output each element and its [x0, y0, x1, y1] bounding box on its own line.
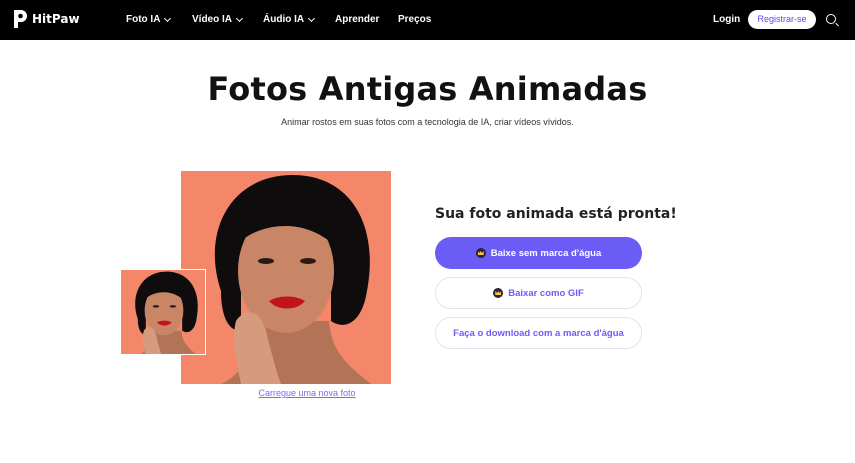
button-label: Baixar como GIF [508, 287, 584, 299]
search-icon[interactable] [826, 14, 836, 24]
portrait-illustration [181, 171, 391, 384]
nav-aprender[interactable]: Aprender [335, 14, 379, 25]
download-gif-button[interactable]: Baixar como GIF [435, 277, 642, 309]
nav-label: Áudio IA [263, 14, 305, 25]
nav-label: Preços [398, 14, 432, 25]
portrait-thumbnail-illustration [121, 270, 205, 354]
login-link[interactable]: Login [713, 14, 740, 25]
hitpaw-logo-icon [14, 10, 27, 28]
download-no-watermark-button[interactable]: Baixe sem marca d'água [435, 237, 642, 269]
result-heading: Sua foto animada está pronta! [435, 206, 677, 222]
nav-video-ia[interactable]: Vídeo IA [192, 14, 244, 25]
button-label: Faça o download com a marca d'água [453, 327, 624, 339]
button-label: Baixe sem marca d'água [490, 247, 602, 259]
page-title: Fotos Antigas Animadas [207, 70, 648, 108]
upload-new-photo-link[interactable]: Carregue uma nova foto [181, 388, 433, 398]
chevron-down-icon [235, 14, 244, 22]
animated-photo-result [181, 171, 391, 384]
crown-icon [475, 248, 486, 258]
chevron-down-icon [164, 14, 172, 22]
nav-label: Aprender [335, 14, 380, 25]
nav-precos[interactable]: Preços [398, 14, 431, 25]
nav-audio-ia[interactable]: Áudio IA [263, 14, 316, 25]
brand-name: HitPaw [32, 12, 80, 26]
crown-icon [493, 288, 504, 298]
nav-foto-ia[interactable]: Foto IA [126, 14, 172, 25]
nav-label: Foto IA [126, 14, 161, 25]
top-navbar: HitPaw Foto IA Vídeo IA Áudio IA Aprende… [0, 0, 855, 40]
register-button[interactable]: Registrar-se [748, 10, 816, 29]
chevron-down-icon [308, 14, 316, 22]
page-subtitle: Animar rostos em suas fotos com a tecnol… [281, 117, 574, 127]
download-with-watermark-button[interactable]: Faça o download com a marca d'água [435, 317, 642, 349]
original-photo-thumbnail [120, 269, 206, 355]
nav-label: Vídeo IA [192, 14, 233, 25]
brand-logo[interactable]: HitPaw [12, 9, 80, 29]
